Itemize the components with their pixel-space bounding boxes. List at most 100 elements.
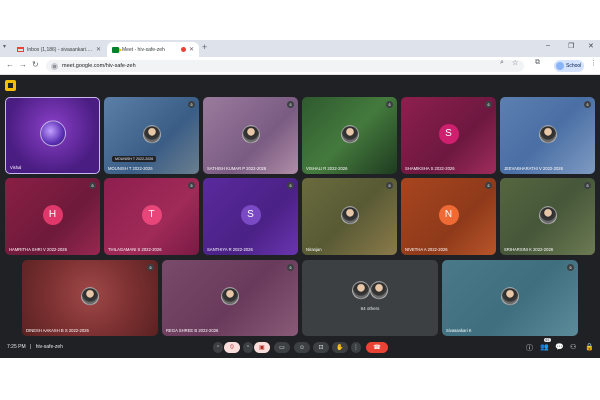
participant-tile[interactable]: Vishal xyxy=(5,97,100,174)
bookmark-star-icon[interactable]: ☆ xyxy=(512,59,518,67)
maximize-icon[interactable]: ❐ xyxy=(568,42,574,50)
participant-tile[interactable]: ⦸ Niranjan xyxy=(302,178,397,255)
others-avatars xyxy=(351,281,389,302)
close-tab-icon[interactable]: ✕ xyxy=(189,46,194,53)
gmail-icon xyxy=(17,47,24,52)
avatar xyxy=(501,287,519,306)
meeting-details-icon[interactable]: ⓘ xyxy=(526,343,533,353)
name-tooltip: MOUNISH T 2022-2026 xyxy=(112,156,157,162)
avatar xyxy=(538,205,557,224)
emoji-reactions-button[interactable]: ☺ xyxy=(294,342,310,353)
meeting-info: 7:25 PM | hiv-safe-zeh xyxy=(7,344,63,350)
video-options-chevron-icon[interactable]: ⌃ xyxy=(243,342,253,353)
participant-tile[interactable]: ⦸ SRIHARSINI K 2022-2026 xyxy=(500,178,595,255)
avatar xyxy=(340,205,359,224)
audio-options-chevron-icon[interactable]: ⌃ xyxy=(213,342,223,353)
muted-mic-icon: ⦸ xyxy=(287,182,294,189)
avatar xyxy=(142,124,161,143)
meeting-time: 7:25 PM xyxy=(7,344,26,350)
meeting-code: hiv-safe-zeh xyxy=(35,344,63,350)
participant-count-badge: 67 xyxy=(544,338,551,342)
participant-tile[interactable]: ⦸ REGA SHREE B 2022-2026 xyxy=(162,260,298,336)
browser-toolbar: ← → ↻ ⚙ meet.google.com/hiv-safe-zeh ⌕ ☆… xyxy=(0,57,600,75)
participant-tile[interactable]: ⦸ S SANTHIYA R 2022-2026 xyxy=(203,178,298,255)
participant-tile[interactable]: ⦸ MOUNISH T 2022-2026 MOUNISH T 2022-202… xyxy=(104,97,199,174)
participant-name: THILAGAMANI S 2022-2026 xyxy=(108,247,162,252)
participant-name: HAMRITHA SHRI V 2022-2026 xyxy=(9,247,67,252)
others-tile[interactable]: 64 others xyxy=(302,260,438,336)
captions-button[interactable]: ▭ xyxy=(274,342,290,353)
participant-tile[interactable]: ⦸ JEEVABHARATHI V 2022-2026 xyxy=(500,97,595,174)
muted-mic-icon: ⦸ xyxy=(386,101,393,108)
avatar xyxy=(81,287,99,306)
muted-mic-icon: ⦸ xyxy=(567,264,574,271)
screenshot-area: ▾ Inbox (1,186) - sivasankari.rockinmyne… xyxy=(0,40,600,358)
people-icon[interactable]: 👥 xyxy=(540,343,549,351)
profile-label: School xyxy=(566,63,582,69)
reload-icon[interactable]: ↻ xyxy=(32,60,39,69)
muted-mic-icon: ⦸ xyxy=(287,101,294,108)
url-text: meet.google.com/hiv-safe-zeh xyxy=(62,63,136,69)
close-window-icon[interactable]: ✕ xyxy=(588,42,594,50)
camera-off-button[interactable]: ▣ xyxy=(254,342,270,353)
participant-name: REGA SHREE B 2022-2026 xyxy=(166,328,219,333)
tab-gmail[interactable]: Inbox (1,186) - sivasankari.rockinmynet.… xyxy=(12,42,106,57)
participant-name: SRIHARSINI K 2022-2026 xyxy=(504,247,554,252)
more-options-icon[interactable]: ⋮ xyxy=(351,342,361,353)
present-screen-button[interactable]: ⊡ xyxy=(313,342,329,353)
minimize-icon[interactable]: – xyxy=(546,42,550,49)
site-info-icon[interactable]: ⚙ xyxy=(51,62,58,70)
meeting-separator: | xyxy=(30,344,32,350)
avatar: H xyxy=(42,204,63,225)
tab-title: Inbox (1,186) - sivasankari.rockinmynet.… xyxy=(27,46,93,53)
others-count-label: 64 others xyxy=(360,306,380,311)
profile-chip[interactable]: School xyxy=(554,60,584,72)
tab-meet[interactable]: Meet - hiv-safe-zeh ✕ xyxy=(107,42,199,57)
host-controls-icon[interactable]: 🔒 xyxy=(585,343,594,351)
close-tab-icon[interactable]: ✕ xyxy=(96,46,101,53)
participant-tile[interactable]: ⦸ T THILAGAMANI S 2022-2026 xyxy=(104,178,199,255)
muted-mic-icon: ⦸ xyxy=(386,182,393,189)
participant-tile[interactable]: ⦸ H HAMRITHA SHRI V 2022-2026 xyxy=(5,178,100,255)
avatar xyxy=(538,124,557,143)
muted-mic-icon: ⦸ xyxy=(584,101,591,108)
participant-tile[interactable]: ⦸ DINESH AAKASH B S 2022-2026 xyxy=(22,260,158,336)
avatar: N xyxy=(438,204,459,225)
recording-indicator-icon xyxy=(180,47,186,52)
participant-name: DINESH AAKASH B S 2022-2026 xyxy=(26,328,89,333)
participant-name: NIVETHA A 2022-2026 xyxy=(405,247,448,252)
address-bar[interactable]: ⚙ meet.google.com/hiv-safe-zeh xyxy=(46,60,524,72)
browser-tab-bar: ▾ Inbox (1,186) - sivasankari.rockinmyne… xyxy=(0,40,600,57)
extensions-icon[interactable]: ⧉ xyxy=(535,59,540,67)
participant-tile[interactable]: ⦸ S SHAMIKSHA S 2022-2026 xyxy=(401,97,496,174)
avatar xyxy=(221,287,239,306)
participant-tile[interactable]: ⦸ N NIVETHA A 2022-2026 xyxy=(401,178,496,255)
participant-name: VISHALI R 2022-2026 xyxy=(306,166,348,171)
avatar: T xyxy=(141,204,162,225)
tab-title: Meet - hiv-safe-zeh xyxy=(122,46,165,53)
muted-mic-icon: ⦸ xyxy=(188,101,195,108)
new-tab-button[interactable]: + xyxy=(202,42,207,52)
participant-tile[interactable]: ⦸ Sivasankari K xyxy=(442,260,578,336)
participant-tile[interactable]: ⦸ VISHALI R 2022-2026 xyxy=(302,97,397,174)
meet-logo-icon xyxy=(5,80,16,91)
avatar: S xyxy=(240,204,261,225)
meet-icon xyxy=(112,46,122,53)
tab-search-icon[interactable]: ▾ xyxy=(3,43,6,50)
more-menu-icon[interactable]: ⋮ xyxy=(590,59,597,67)
raise-hand-button[interactable]: ✋ xyxy=(332,342,348,353)
participant-tile[interactable]: ⦸ SATHISH KUMAR P 2022-2026 xyxy=(203,97,298,174)
chat-icon[interactable]: 💬 xyxy=(555,343,564,351)
activities-icon[interactable]: ⚇ xyxy=(570,343,576,351)
zoom-icon[interactable]: ⌕ xyxy=(500,59,504,67)
muted-mic-icon: ⦸ xyxy=(485,101,492,108)
back-icon[interactable]: ← xyxy=(6,60,14,69)
participant-name: SHAMIKSHA S 2022-2026 xyxy=(405,166,455,171)
participant-name: JEEVABHARATHI V 2022-2026 xyxy=(504,166,563,171)
participant-name: Niranjan xyxy=(306,247,322,252)
mic-off-button[interactable]: ⦸ xyxy=(224,342,240,353)
leave-call-button[interactable]: ☎ xyxy=(366,342,388,353)
forward-icon[interactable]: → xyxy=(19,60,27,69)
participant-name: Vishal xyxy=(10,165,22,170)
meeting-controls-bar: 7:25 PM | hiv-safe-zeh ⌃ ⦸ ⌃ ▣ ▭ ☺ ⊡ ✋ ⋮… xyxy=(0,337,600,358)
